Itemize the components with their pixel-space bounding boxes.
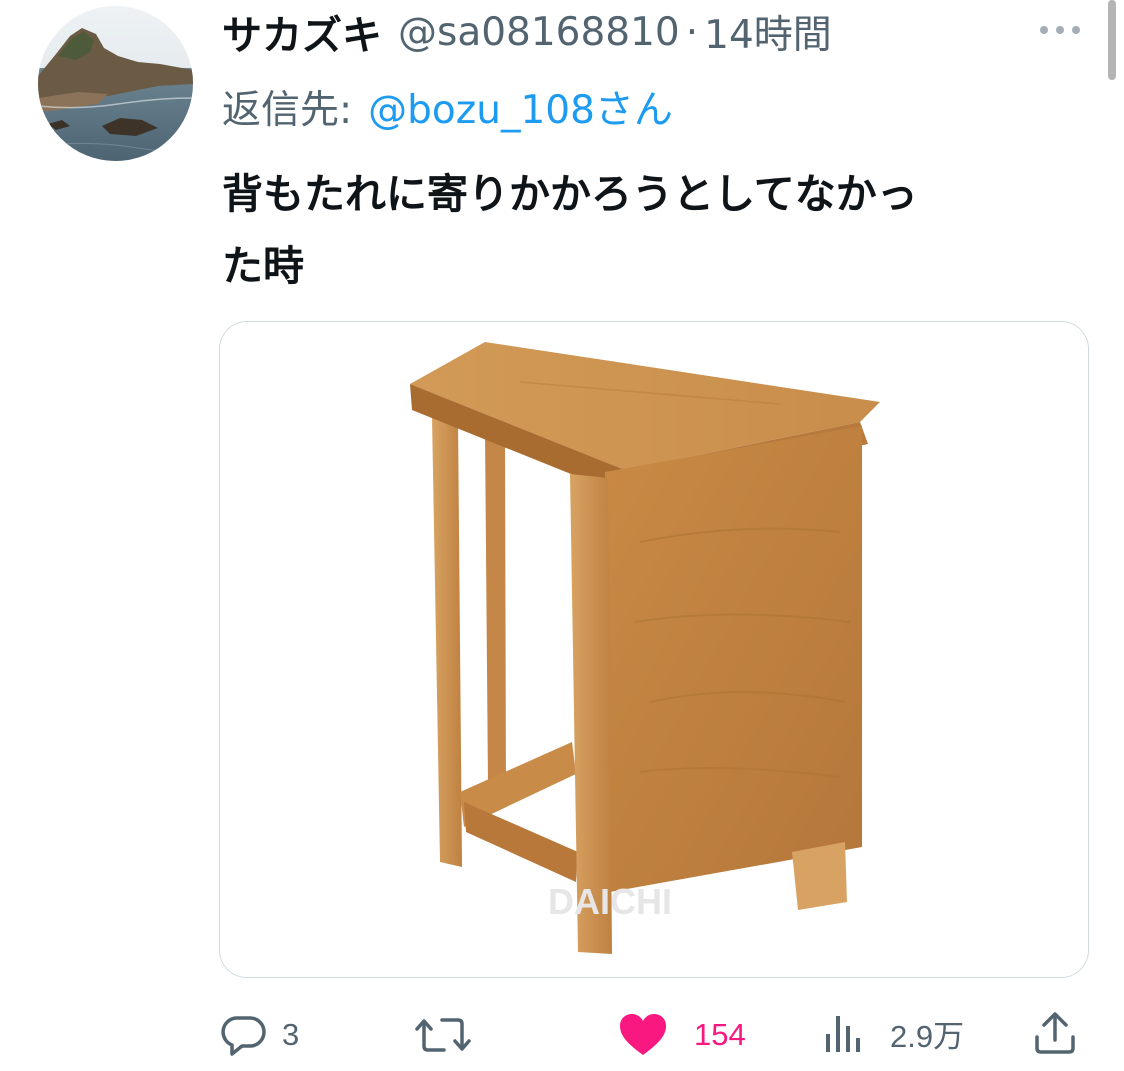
bar-chart-icon xyxy=(826,1016,860,1052)
tweet-header: サカズキ @sa08168810 · 14時間 xyxy=(222,4,832,60)
retweet-button[interactable] xyxy=(414,1012,486,1058)
reply-label: 返信先: xyxy=(222,88,353,133)
avatar-coast-image xyxy=(38,6,193,161)
action-bar: 3 154 2.9万 xyxy=(0,1000,1124,1070)
timestamp[interactable]: 14時間 xyxy=(704,4,832,60)
views-button[interactable]: 2.9万 xyxy=(822,1010,964,1056)
separator-dot: · xyxy=(685,9,699,55)
display-name[interactable]: サカズキ xyxy=(222,3,382,61)
like-count: 154 xyxy=(694,1017,746,1052)
image-watermark: DAICHI xyxy=(548,881,672,922)
like-button[interactable]: 154 xyxy=(618,1012,746,1058)
reply-target-link[interactable]: @bozu_108さん xyxy=(368,79,673,135)
scrollbar[interactable] xyxy=(1108,0,1116,80)
wooden-stool-image: DAICHI xyxy=(220,322,1088,977)
tweet-text-line: 背もたれに寄りかかろうとしてなかっ xyxy=(222,170,918,218)
media-card[interactable]: DAICHI xyxy=(219,321,1089,978)
user-handle[interactable]: @sa08168810 xyxy=(398,10,680,55)
views-count: 2.9万 xyxy=(890,1018,965,1054)
reply-bubble-icon xyxy=(221,1016,266,1056)
tweet-text-line: た時 xyxy=(222,242,304,290)
retweet-arrows-icon xyxy=(415,1018,471,1052)
share-button[interactable] xyxy=(1032,1010,1078,1056)
reply-button[interactable]: 3 xyxy=(218,1010,299,1060)
more-dots-icon[interactable] xyxy=(1040,18,1080,42)
share-upload-icon xyxy=(1035,1012,1075,1054)
tweet-text: 背もたれに寄りかかろうとしてなかっ た時 xyxy=(222,158,1092,302)
reply-count: 3 xyxy=(282,1017,300,1052)
heart-filled-icon xyxy=(620,1014,666,1055)
reply-context: 返信先: @bozu_108さん xyxy=(222,80,673,134)
avatar[interactable] xyxy=(38,6,193,161)
